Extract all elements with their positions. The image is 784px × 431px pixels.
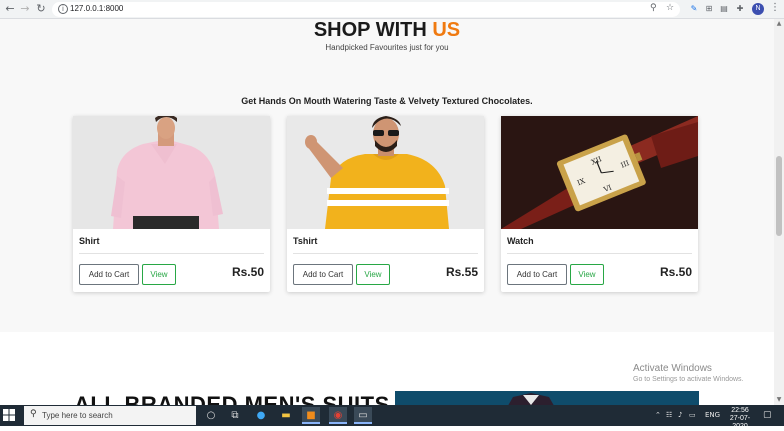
edge-icon[interactable]: ● <box>252 407 270 424</box>
view-button[interactable]: View <box>356 264 390 285</box>
extension-doc-icon[interactable]: ▤ <box>718 3 730 15</box>
terminal-icon[interactable]: ▭ <box>354 407 372 424</box>
task-view-icon[interactable]: ⧉ <box>226 407 244 424</box>
card-divider <box>79 253 264 254</box>
product-price: Rs.55 <box>445 265 478 279</box>
taskbar-clock[interactable]: 22:56 27-07-2020 <box>726 407 754 431</box>
product-title: Watch <box>507 236 534 246</box>
browser-toolbar: ← → ↻ i 127.0.0.1:8000 ⚲ ☆ ✎ ⊞ ▤ ✚ N ⋮ <box>0 0 784 19</box>
sublime-text-icon[interactable]: ■ <box>302 407 320 424</box>
extension-pen-icon[interactable]: ✎ <box>688 3 700 15</box>
product-card-tshirt: Tshirt Add to Cart View Rs.55 <box>287 116 484 292</box>
bookmark-star-icon[interactable]: ☆ <box>666 3 674 13</box>
activate-windows-title: Activate Windows <box>633 363 712 374</box>
scroll-thumb[interactable] <box>776 156 782 236</box>
scroll-up-icon[interactable]: ▲ <box>775 20 783 28</box>
card-divider <box>293 253 478 254</box>
view-button[interactable]: View <box>570 264 604 285</box>
search-placeholder: Type here to search <box>42 411 113 420</box>
product-card-watch: XII VI IX III Watch Add to Cart View Rs.… <box>501 116 698 292</box>
back-icon[interactable]: ← <box>3 2 17 16</box>
zoom-icon[interactable]: ⚲ <box>650 3 657 13</box>
file-explorer-icon[interactable]: ▬ <box>277 407 295 424</box>
title-accent: US <box>432 19 461 41</box>
site-info-icon[interactable]: i <box>58 4 68 14</box>
cortana-icon[interactable]: ○ <box>202 407 220 424</box>
add-to-cart-button[interactable]: Add to Cart <box>293 264 353 285</box>
reload-icon[interactable]: ↻ <box>34 2 48 16</box>
page-scrollbar[interactable]: ▲ ▼ <box>774 19 784 405</box>
product-price: Rs.50 <box>231 265 264 279</box>
scroll-down-icon[interactable]: ▼ <box>775 396 783 404</box>
tray-network-icon[interactable]: ☷ <box>666 411 672 419</box>
product-price: Rs.50 <box>659 265 692 279</box>
tray-battery-icon[interactable]: ▭ <box>689 411 696 419</box>
add-to-cart-button[interactable]: Add to Cart <box>79 264 139 285</box>
notification-icon[interactable]: ▢ <box>763 410 772 420</box>
suits-banner-image[interactable] <box>395 391 699 405</box>
product-image-shirt[interactable] <box>73 116 270 229</box>
clock-time: 22:56 <box>731 407 749 414</box>
tray-volume-icon[interactable]: ♪ <box>678 411 682 419</box>
section-tagline: Get Hands On Mouth Watering Taste & Velv… <box>241 96 533 106</box>
browser-menu-icon[interactable]: ⋮ <box>770 2 780 13</box>
product-card-shirt: Shirt Add to Cart View Rs.50 <box>73 116 270 292</box>
product-title: Tshirt <box>293 236 318 246</box>
suits-section-title: ALL BRANDED MEN'S SUITS <box>74 392 390 405</box>
product-title: Shirt <box>79 236 100 246</box>
tray-chevron-icon[interactable]: ⌃ <box>655 411 661 419</box>
address-bar[interactable]: i 127.0.0.1:8000 ⚲ ☆ <box>52 2 680 17</box>
tray-language[interactable]: ENG <box>705 411 720 419</box>
url-text: 127.0.0.1:8000 <box>70 4 124 13</box>
extension-translate-icon[interactable]: ⊞ <box>703 3 715 15</box>
chrome-icon[interactable]: ◉ <box>329 407 347 424</box>
title-main: SHOP WITH <box>313 19 433 41</box>
product-image-tshirt[interactable] <box>287 116 484 229</box>
taskbar-search-box[interactable]: ⚲ Type here to search <box>24 406 196 425</box>
web-page: SHOP WITH US Handpicked Favourites just … <box>0 19 774 405</box>
activate-windows-subtitle: Go to Settings to activate Windows. <box>633 376 744 383</box>
page-title: SHOP WITH US <box>0 19 774 42</box>
card-divider <box>507 253 692 254</box>
windows-start-icon[interactable] <box>3 409 15 421</box>
clock-date: 27-07-2020 <box>729 415 751 430</box>
extensions-puzzle-icon[interactable]: ✚ <box>734 3 746 15</box>
view-button[interactable]: View <box>142 264 176 285</box>
windows-taskbar: ⚲ Type here to search ○ ⧉ ● ▬ ■ ◉ ▭ ⌃ ☷ … <box>0 405 784 430</box>
search-icon: ⚲ <box>30 409 37 419</box>
product-image-watch[interactable]: XII VI IX III <box>501 116 698 229</box>
profile-avatar[interactable]: N <box>752 3 764 15</box>
forward-icon[interactable]: → <box>18 2 32 16</box>
add-to-cart-button[interactable]: Add to Cart <box>507 264 567 285</box>
page-subtitle: Handpicked Favourites just for you <box>325 43 449 52</box>
